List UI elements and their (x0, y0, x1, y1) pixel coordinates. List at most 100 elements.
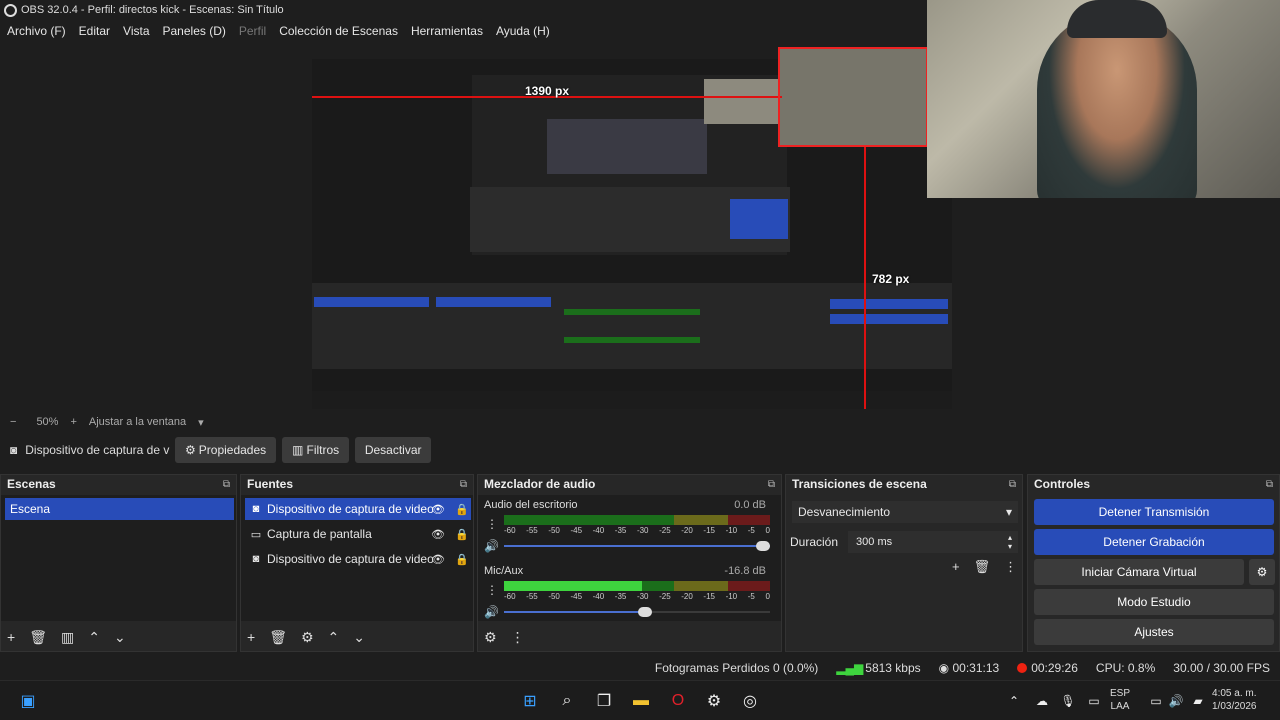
speaker-icon[interactable]: 🔊 (484, 605, 499, 619)
meter-tick-label: 0 (765, 592, 770, 601)
chevron-down-icon: ▾ (1005, 505, 1012, 519)
lock-icon[interactable]: 🔒 (455, 553, 469, 566)
virtual-camera-settings-gear-icon[interactable]: ⚙ (1249, 559, 1275, 585)
trash-icon[interactable]: 🗑 (269, 629, 287, 646)
file-explorer-icon[interactable]: ▬ (629, 689, 653, 713)
meter-tick-label: -15 (703, 526, 715, 535)
advanced-audio-icon[interactable]: ⚙ (484, 629, 497, 646)
capture-scene-selected (314, 297, 429, 307)
cloud-icon[interactable]: ☁ (1030, 689, 1054, 713)
filters-button[interactable]: ▥ Filtros (282, 437, 350, 463)
fit-dropdown-icon[interactable]: ▾ (198, 416, 204, 429)
sources-title: Fuentes (247, 477, 294, 491)
add-icon[interactable]: + (247, 629, 255, 645)
stream-time-value: 00:31:13 (952, 661, 1000, 675)
meter-tick-label: -10 (725, 592, 738, 601)
zoom-in-button[interactable]: + (70, 416, 76, 428)
capture-source-selected (436, 297, 551, 307)
display-icon[interactable]: ▭ (1082, 689, 1106, 713)
properties-button[interactable]: ⚙ Propiedades (175, 437, 277, 463)
undock-icon[interactable]: ⧉ (1266, 479, 1273, 490)
spinner-icon[interactable]: ▴ ▾ (1008, 533, 1012, 551)
widgets-icon[interactable]: ▣ (16, 689, 40, 713)
search-icon[interactable]: ⌕ (555, 689, 579, 713)
keyboard-layout: LAA (1110, 701, 1130, 712)
transition-selected: Desvanecimiento (798, 505, 891, 519)
menu-archivo[interactable]: Archivo (F) (0, 24, 72, 38)
stop-stream-button[interactable]: Detener Transmisión (1034, 499, 1274, 525)
menu-ayuda[interactable]: Ayuda (H) (489, 24, 556, 38)
audio-mixer-dock: Mezclador de audio ⧉ Audio del escritorio… (477, 474, 782, 652)
capture-stop-rec (830, 314, 948, 324)
lock-icon[interactable]: 🔒 (455, 528, 469, 541)
source-item[interactable]: ◙ Dispositivo de captura de video 👁 🔒 (245, 498, 471, 520)
meter-tick-label: -15 (703, 592, 715, 601)
speaker-icon[interactable]: 🔊 (484, 539, 499, 553)
eye-icon[interactable]: 👁 (431, 528, 445, 541)
scene-item[interactable]: Escena (5, 498, 234, 520)
kebab-menu-icon[interactable]: ⋮ (486, 583, 498, 597)
kebab-menu-icon[interactable]: ⋮ (1004, 559, 1017, 575)
eye-icon[interactable]: 👁 (431, 553, 445, 566)
mixer-title: Mezclador de audio (484, 477, 596, 491)
cpu-usage: CPU: 0.8% (1095, 661, 1156, 675)
obs-app-icon[interactable]: ◎ (738, 689, 762, 713)
measure-label-width: 1390 px (525, 84, 570, 98)
fit-window-label[interactable]: Ajustar a la ventana (89, 416, 186, 428)
eye-icon[interactable]: 👁 (431, 503, 445, 516)
selection-box[interactable] (778, 47, 928, 147)
transitions-title: Transiciones de escena (792, 477, 927, 491)
scenes-dock: Escenas ⧉ Escena + 🗑 ▥ ⌃ ⌄ (0, 474, 237, 652)
stop-recording-button[interactable]: Detener Grabación (1034, 529, 1274, 555)
windows-start-icon[interactable]: ⊞ (518, 689, 542, 713)
opera-browser-icon[interactable]: O (666, 689, 690, 713)
undock-icon[interactable]: ⧉ (223, 479, 230, 490)
chevron-up-icon[interactable]: ⌃ (1002, 689, 1026, 713)
settings-gear-icon[interactable]: ⚙ (702, 689, 726, 713)
up-arrow-icon[interactable]: ⌃ (88, 629, 100, 646)
microphone-icon[interactable]: 🎙 (1056, 689, 1080, 713)
filter-icon[interactable]: ▥ (61, 629, 74, 646)
menu-herramientas[interactable]: Herramientas (404, 24, 489, 38)
task-view-icon[interactable]: ❐ (592, 689, 616, 713)
zoom-level: 50% (36, 416, 59, 428)
menu-vista[interactable]: Vista (116, 24, 155, 38)
transition-select[interactable]: Desvanecimiento ▾ (792, 501, 1018, 523)
battery-icon[interactable]: ▰ (1186, 689, 1210, 713)
mixer-channel-mic: Mic/Aux -16.8 dB ⋮ -60 -55 -50 -45 -40 -35 -30-… (484, 565, 774, 619)
deactivate-button[interactable]: Desactivar (355, 437, 432, 463)
trash-icon[interactable]: 🗑 (974, 559, 991, 575)
cap-image (1067, 0, 1167, 38)
clock-date: 1/03/2026 (1212, 701, 1257, 712)
kebab-menu-icon[interactable]: ⋮ (511, 629, 525, 646)
stream-timer: ◉ 00:31:13 (939, 661, 1000, 675)
volume-slider[interactable] (504, 605, 770, 619)
undock-icon[interactable]: ⧉ (1009, 479, 1016, 490)
up-arrow-icon[interactable]: ⌃ (328, 629, 340, 646)
menu-editar[interactable]: Editar (72, 24, 116, 38)
start-virtual-camera-button[interactable]: Iniciar Cámara Virtual (1034, 559, 1244, 585)
studio-mode-button[interactable]: Modo Estudio (1034, 589, 1274, 615)
trash-icon[interactable]: 🗑 (29, 629, 47, 646)
down-arrow-icon[interactable]: ⌄ (114, 629, 126, 646)
add-icon[interactable]: + (7, 629, 15, 645)
add-icon[interactable]: + (952, 559, 960, 575)
meter-tick-label: -5 (747, 526, 755, 535)
kebab-menu-icon[interactable]: ⋮ (486, 517, 498, 531)
undock-icon[interactable]: ⧉ (460, 479, 467, 490)
source-label: Dispositivo de captura de video (267, 502, 434, 516)
volume-icon[interactable]: 🔊 (1164, 689, 1188, 713)
menu-paneles[interactable]: Paneles (D) (156, 24, 232, 38)
zoom-out-button[interactable]: − (10, 416, 16, 428)
language-indicator[interactable]: ESP LAA (1110, 687, 1130, 713)
volume-slider[interactable] (504, 539, 770, 553)
menu-coleccion-escenas[interactable]: Colección de Escenas (272, 24, 404, 38)
lock-icon[interactable]: 🔒 (455, 503, 469, 516)
settings-button[interactable]: Ajustes (1034, 619, 1274, 645)
down-arrow-icon[interactable]: ⌄ (353, 629, 365, 646)
clock[interactable]: 4:05 a. m. 1/03/2026 (1212, 687, 1257, 713)
undock-icon[interactable]: ⧉ (768, 479, 775, 490)
gear-icon[interactable]: ⚙ (301, 629, 314, 646)
duration-input[interactable]: 300 ms ▴ ▾ (848, 531, 1019, 553)
menu-perfil: Perfil (238, 24, 267, 38)
